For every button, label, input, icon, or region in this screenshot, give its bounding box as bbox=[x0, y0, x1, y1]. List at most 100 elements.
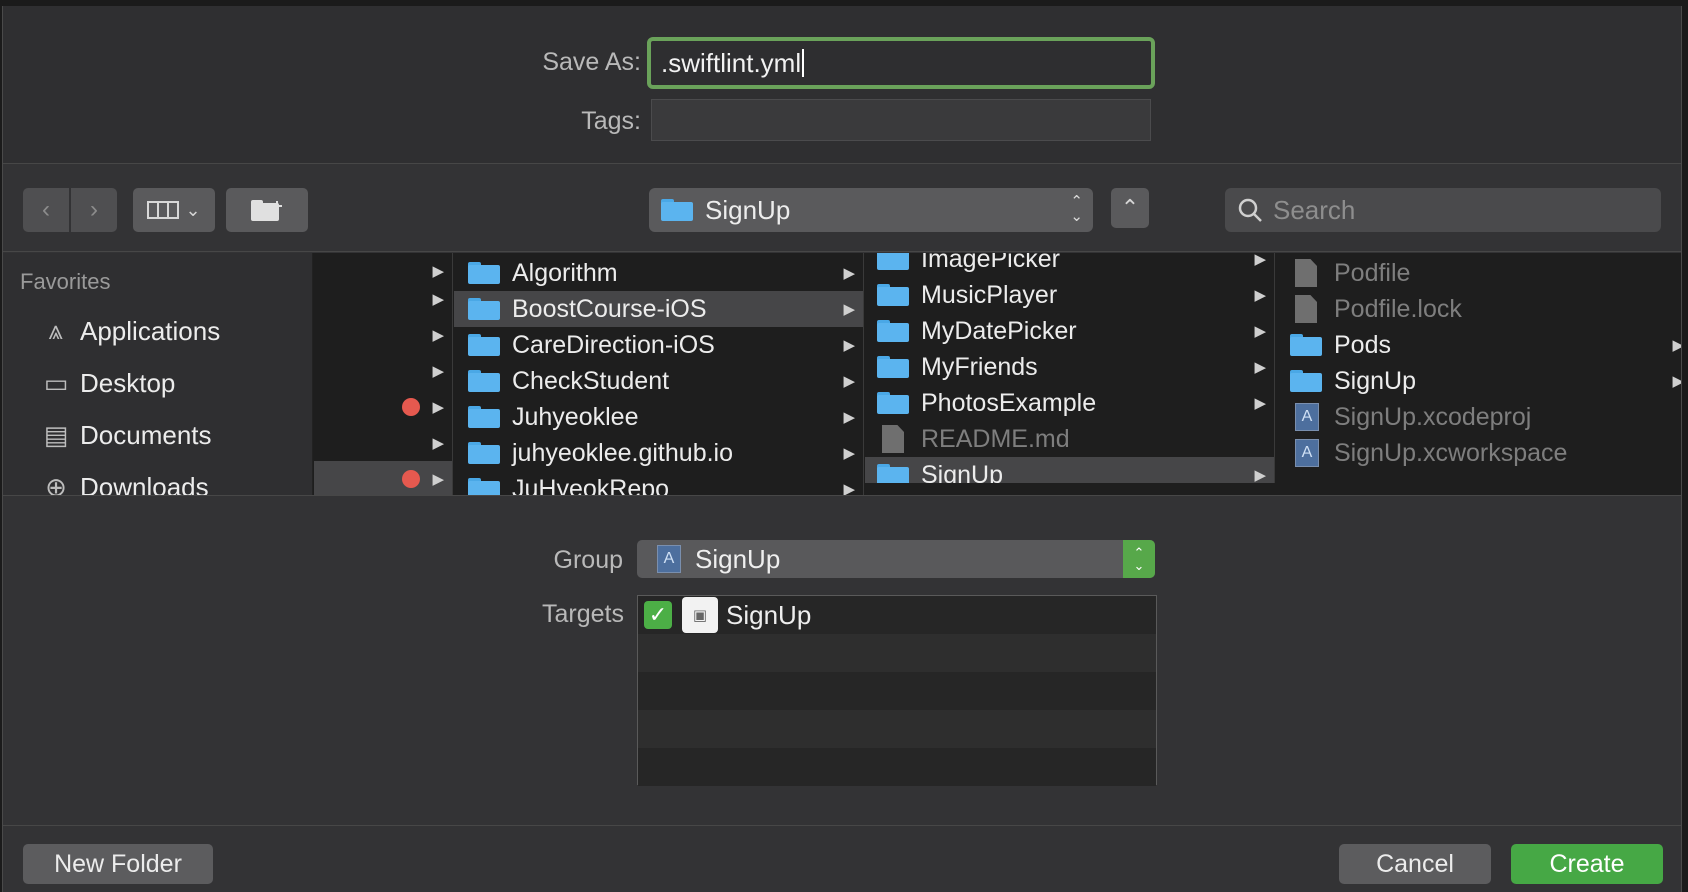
list-item[interactable]: BoostCourse-iOS ▶ bbox=[454, 291, 863, 327]
sidebar-item-documents[interactable]: ▤ Documents bbox=[3, 409, 312, 461]
document-icon bbox=[1295, 295, 1317, 323]
folder-icon bbox=[468, 334, 500, 356]
list-item[interactable]: SignUp ▶ bbox=[1276, 363, 1681, 399]
tags-field[interactable] bbox=[651, 99, 1151, 141]
disclosure-arrow-icon: ▶ bbox=[1254, 287, 1266, 304]
item-label: PhotosExample bbox=[921, 388, 1097, 417]
sidebar-item-label: Desktop bbox=[80, 367, 176, 398]
item-label: JuHyeokRepo bbox=[512, 474, 670, 496]
location-popup[interactable]: SignUp ⌃ ⌄ bbox=[649, 188, 1093, 232]
sidebar-item-downloads[interactable]: ⊕ Downloads bbox=[3, 461, 312, 496]
list-item[interactable]: README.md bbox=[865, 421, 1274, 457]
checkbox-checked[interactable]: ✓ bbox=[644, 601, 672, 629]
list-item[interactable]: A SignUp.xcworkspace bbox=[1276, 435, 1681, 471]
document-icon bbox=[882, 425, 904, 453]
list-item[interactable]: ▶ bbox=[314, 461, 452, 495]
back-button[interactable]: ‹ bbox=[23, 188, 69, 232]
disclosure-arrow-icon: ▶ bbox=[432, 263, 444, 280]
chevron-down-icon: ⌄ bbox=[185, 199, 201, 220]
disclosure-arrow-icon: ▶ bbox=[432, 327, 444, 344]
xcode-project-icon: A bbox=[657, 545, 681, 573]
view-mode-button[interactable]: ⌄ bbox=[133, 188, 215, 232]
list-item[interactable]: CheckStudent ▶ bbox=[454, 363, 863, 399]
list-item[interactable]: MyFriends ▶ bbox=[865, 349, 1274, 385]
list-item[interactable]: SignUp ▶ bbox=[865, 457, 1274, 483]
list-item[interactable]: JuHyeokRepo ▶ bbox=[454, 471, 863, 495]
save-header: Save As: .swiftlint.yml Tags: bbox=[3, 6, 1681, 164]
list-item[interactable]: juhyeoklee.github.io ▶ bbox=[454, 435, 863, 471]
disclosure-arrow-icon: ▶ bbox=[1254, 467, 1266, 483]
chevron-right-icon: › bbox=[90, 196, 98, 223]
save-as-field[interactable]: .swiftlint.yml bbox=[647, 37, 1155, 89]
folder-icon bbox=[877, 320, 909, 342]
disclosure-arrow-icon: ▶ bbox=[843, 265, 855, 282]
list-item[interactable]: ▶ bbox=[314, 389, 452, 425]
target-row[interactable]: ✓ ▣ SignUp bbox=[638, 596, 1156, 634]
item-label: Juhyeoklee bbox=[512, 402, 639, 431]
folder-icon bbox=[468, 478, 500, 495]
list-item[interactable]: PhotosExample ▶ bbox=[865, 385, 1274, 421]
list-item[interactable]: ▶ bbox=[314, 281, 452, 317]
item-label: Pods bbox=[1334, 330, 1391, 359]
disclosure-arrow-icon: ▶ bbox=[1254, 359, 1266, 376]
sidebar-item-label: Downloads bbox=[80, 471, 209, 496]
search-field[interactable]: Search bbox=[1225, 188, 1661, 232]
item-label: SignUp bbox=[921, 460, 1003, 484]
cancel-button[interactable]: Cancel bbox=[1339, 844, 1491, 884]
column-1: ▶ ▶ ▶ ▶ ▶ ▶ ▶ bbox=[314, 253, 453, 495]
list-item[interactable]: ▶ bbox=[314, 317, 452, 353]
item-label: MyDatePicker bbox=[921, 316, 1077, 345]
list-item[interactable]: ▶ bbox=[314, 425, 452, 461]
disclosure-arrow-icon: ▶ bbox=[432, 399, 444, 416]
target-label: SignUp bbox=[726, 599, 812, 630]
disclosure-arrow-icon: ▶ bbox=[843, 337, 855, 354]
forward-button[interactable]: › bbox=[71, 188, 117, 232]
list-item[interactable]: Algorithm ▶ bbox=[454, 255, 863, 291]
list-item[interactable]: ▶ bbox=[314, 353, 452, 389]
sidebar-item-desktop[interactable]: ▭ Desktop bbox=[3, 357, 312, 409]
disclosure-arrow-icon: ▶ bbox=[1254, 395, 1266, 412]
folder-icon bbox=[468, 298, 500, 320]
item-label: MyFriends bbox=[921, 352, 1038, 381]
folder-icon bbox=[661, 199, 693, 221]
folder-icon bbox=[877, 392, 909, 414]
sidebar-item-applications[interactable]: ⩓ Applications bbox=[3, 305, 312, 357]
targets-label: Targets bbox=[542, 600, 624, 628]
target-options: Group A SignUp ⌃ ⌄ Targets ✓ ▣ SignUp bbox=[3, 495, 1681, 892]
parent-folder-button[interactable]: ⌃ bbox=[1111, 188, 1149, 228]
list-item[interactable]: A SignUp.xcodeproj bbox=[1276, 399, 1681, 435]
new-folder-icon-button[interactable] bbox=[226, 188, 308, 232]
list-item[interactable]: MyDatePicker ▶ bbox=[865, 313, 1274, 349]
app-target-icon: ▣ bbox=[682, 597, 718, 633]
text-caret bbox=[802, 49, 805, 77]
xcode-workspace-icon: A bbox=[1295, 439, 1319, 467]
create-button[interactable]: Create bbox=[1511, 844, 1663, 884]
disclosure-arrow-icon: ▶ bbox=[1254, 323, 1266, 340]
list-item[interactable]: ImagePicker ▶ bbox=[865, 253, 1274, 277]
column-view-icon bbox=[147, 201, 180, 219]
document-icon bbox=[1295, 259, 1317, 287]
item-label: README.md bbox=[921, 424, 1070, 453]
item-label: SignUp.xcworkspace bbox=[1334, 438, 1568, 467]
list-item[interactable]: Pods ▶ bbox=[1276, 327, 1681, 363]
sidebar-item-label: Applications bbox=[80, 315, 221, 346]
column-2: Algorithm ▶ BoostCourse-iOS ▶ CareDirectio… bbox=[454, 253, 864, 495]
list-item[interactable]: Juhyeoklee ▶ bbox=[454, 399, 863, 435]
list-item[interactable]: MusicPlayer ▶ bbox=[865, 277, 1274, 313]
favorites-title: Favorites bbox=[20, 269, 111, 294]
list-item[interactable]: CareDirection-iOS ▶ bbox=[454, 327, 863, 363]
group-popup[interactable]: A SignUp ⌃ ⌄ bbox=[637, 540, 1155, 578]
new-folder-button[interactable]: New Folder bbox=[23, 844, 213, 884]
tags-label: Tags: bbox=[581, 107, 641, 135]
list-item[interactable]: Podfile bbox=[1276, 255, 1681, 291]
folder-icon bbox=[877, 464, 909, 483]
column-3: ImagePicker ▶ MusicPlayer ▶ MyDatePicker ▶ … bbox=[865, 253, 1275, 483]
favorites-sidebar: Favorites ⩓ Applications ▭ Desktop ▤ Doc… bbox=[3, 253, 313, 495]
disclosure-arrow-icon: ▶ bbox=[843, 373, 855, 390]
empty-row bbox=[638, 748, 1156, 786]
save-as-label: Save As: bbox=[542, 48, 641, 76]
disclosure-arrow-icon: ▶ bbox=[843, 301, 855, 318]
updown-chevron-icon: ⌃ ⌄ bbox=[1070, 193, 1083, 225]
item-label: SignUp.xcodeproj bbox=[1334, 402, 1532, 431]
list-item[interactable]: Podfile.lock bbox=[1276, 291, 1681, 327]
